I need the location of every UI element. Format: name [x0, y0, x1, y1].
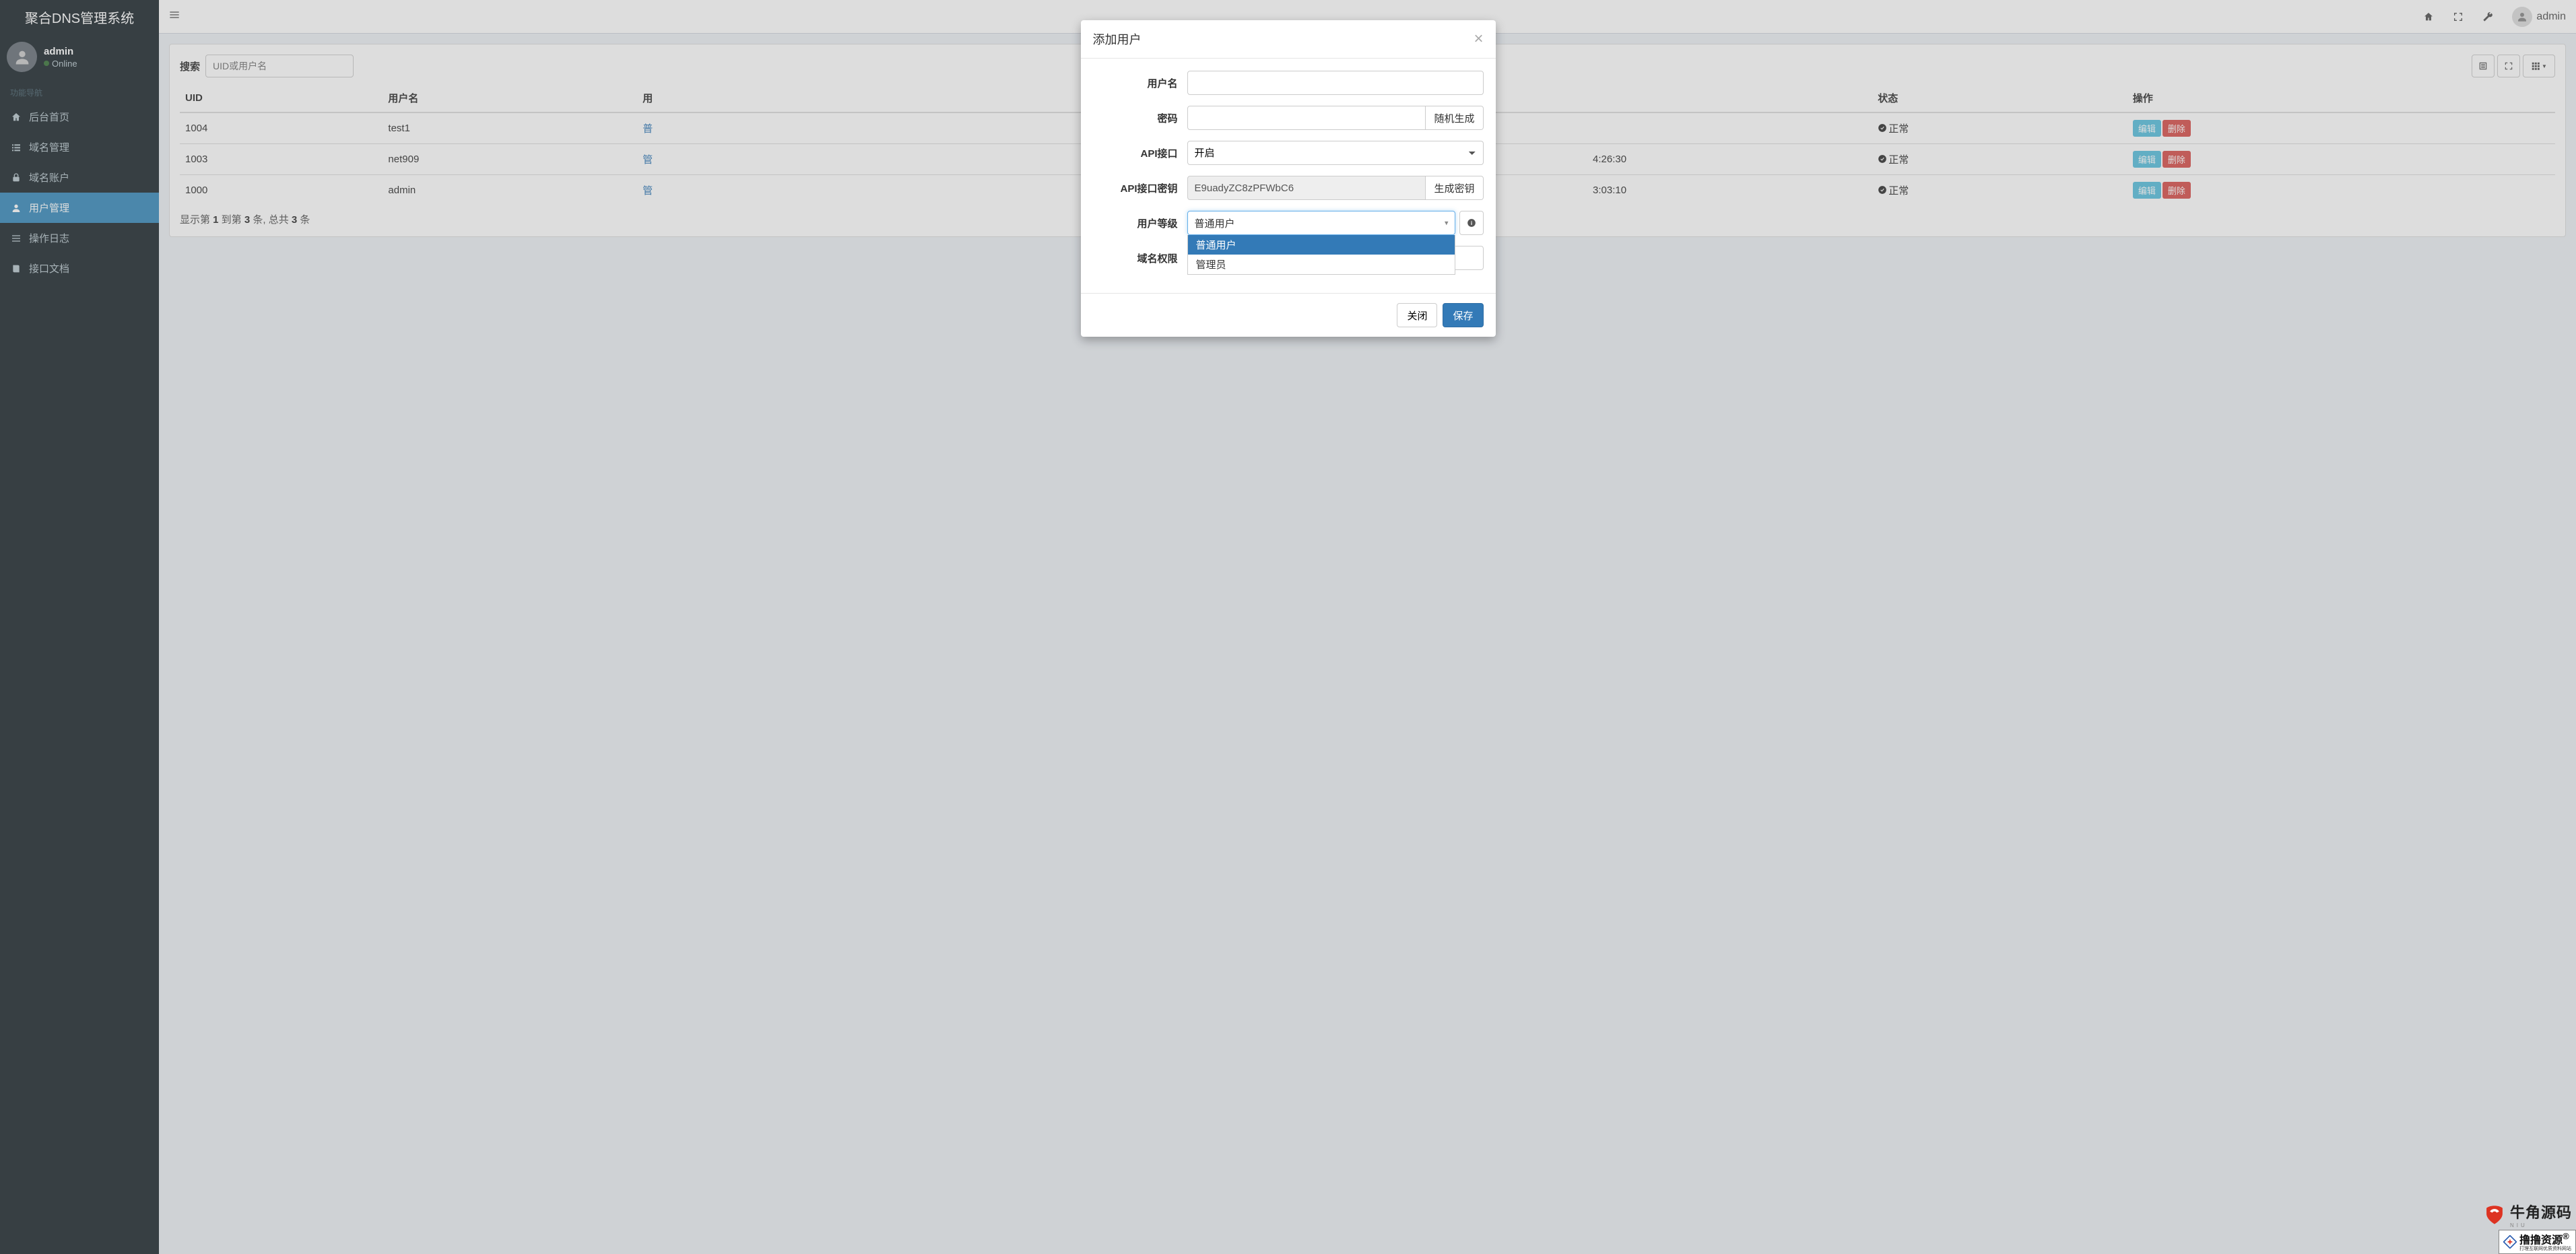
label-domain-perm: 域名权限: [1093, 251, 1187, 265]
label-api-key: API接口密钥: [1093, 181, 1187, 195]
modal-footer: 关闭 保存: [1081, 293, 1496, 337]
label-level: 用户等级: [1093, 216, 1187, 230]
row-level: 用户等级 普通用户 ▾ 普通用户 管理员 i: [1093, 211, 1484, 235]
modal-body: 用户名 密码 随机生成 API接口 开启 API接口密钥: [1081, 59, 1496, 293]
row-api-key: API接口密钥 生成密钥: [1093, 176, 1484, 200]
close-icon[interactable]: ×: [1474, 31, 1483, 47]
add-user-modal: 添加用户 × 用户名 密码 随机生成 API接口 开启: [1081, 20, 1496, 337]
save-button[interactable]: 保存: [1443, 303, 1483, 327]
row-password: 密码 随机生成: [1093, 106, 1484, 130]
level-selected-value: 普通用户: [1187, 211, 1455, 235]
row-username: 用户名: [1093, 71, 1484, 95]
username-input[interactable]: [1187, 71, 1484, 95]
level-option-regular[interactable]: 普通用户: [1188, 235, 1455, 255]
level-select[interactable]: 普通用户 ▾ 普通用户 管理员: [1187, 211, 1455, 235]
modal-header: 添加用户 ×: [1081, 20, 1496, 59]
chevron-down-icon: ▾: [1445, 219, 1449, 228]
api-key-input[interactable]: [1187, 176, 1426, 200]
svg-text:i: i: [1470, 220, 1472, 226]
level-dropdown: 普通用户 管理员: [1187, 235, 1455, 275]
modal-title: 添加用户: [1093, 30, 1142, 48]
level-option-admin[interactable]: 管理员: [1188, 255, 1455, 274]
gen-key-button[interactable]: 生成密钥: [1426, 176, 1483, 200]
api-select[interactable]: 开启: [1187, 141, 1484, 165]
password-input[interactable]: [1187, 106, 1426, 130]
help-icon[interactable]: i: [1459, 211, 1484, 235]
label-username: 用户名: [1093, 76, 1187, 90]
random-gen-button[interactable]: 随机生成: [1426, 106, 1483, 130]
label-password: 密码: [1093, 111, 1187, 125]
label-api: API接口: [1093, 146, 1187, 160]
row-api: API接口 开启: [1093, 141, 1484, 165]
close-button[interactable]: 关闭: [1397, 303, 1437, 327]
modal-backdrop[interactable]: 添加用户 × 用户名 密码 随机生成 API接口 开启: [0, 0, 2576, 1254]
